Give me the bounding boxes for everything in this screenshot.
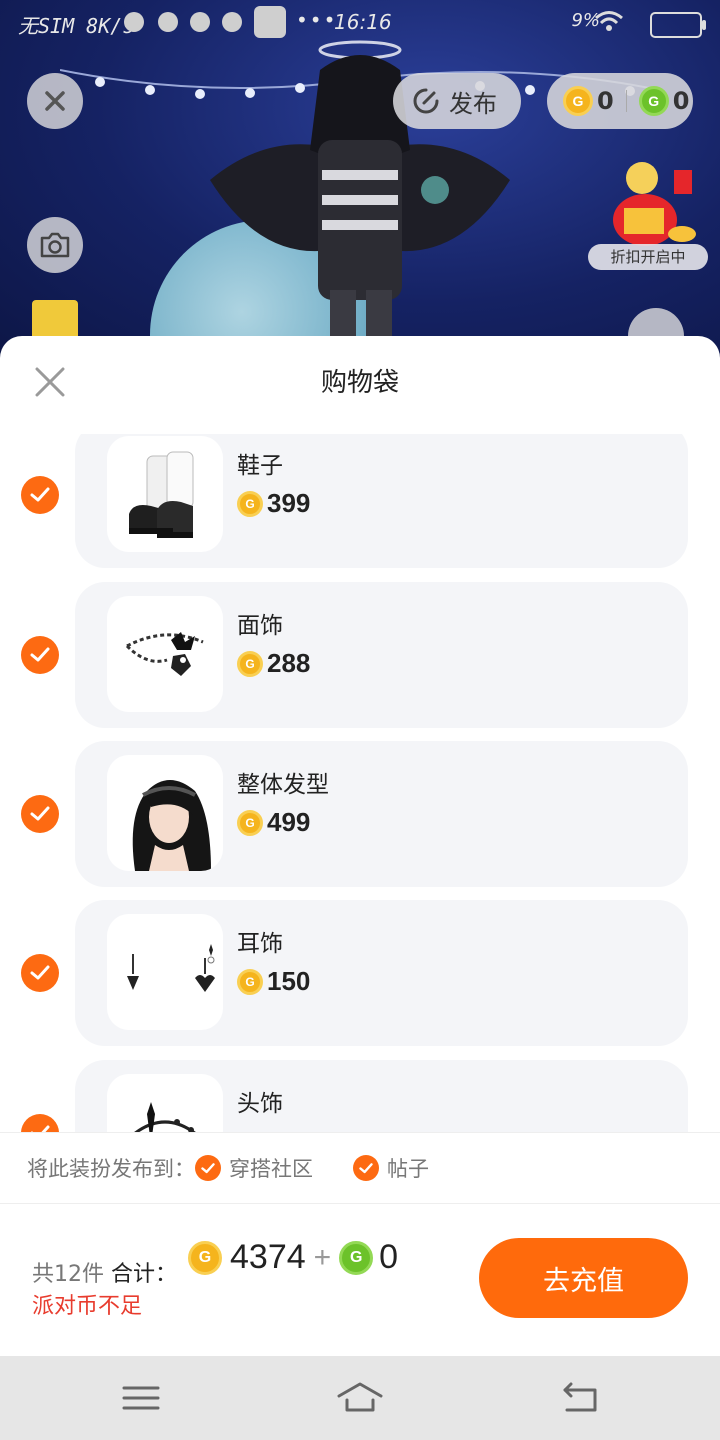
status-bar: 无SIM 8K/s ••• 16:16 9% [0, 0, 720, 44]
play-notification-icon [158, 12, 178, 32]
item-checkbox[interactable] [21, 954, 59, 992]
checkmark-icon [201, 1162, 215, 1173]
shoes-icon [107, 436, 223, 552]
checkmark-icon [30, 965, 50, 980]
item-price: G 288 [237, 648, 310, 679]
app-square-icon [254, 6, 286, 38]
planet-notification-icon [222, 12, 242, 32]
clock: 16:16 [334, 10, 392, 34]
camera-icon [40, 232, 70, 258]
option-label: 帖子 [387, 1157, 429, 1181]
gold-coin-icon: G [237, 968, 263, 995]
checkmark-icon [30, 647, 50, 662]
item-price: G 150 [237, 966, 310, 997]
close-scene-button[interactable] [27, 73, 83, 129]
green-balance: 0 [672, 87, 690, 115]
close-icon [45, 91, 65, 111]
home-icon[interactable] [335, 1378, 385, 1418]
more-notifications-icon: ••• [296, 8, 338, 32]
item-card[interactable]: 头饰 [75, 1060, 688, 1132]
green-coin-icon: G [638, 86, 669, 116]
item-name: 整体发型 [237, 772, 329, 798]
camera-button[interactable] [27, 217, 83, 273]
shopping-bag-sheet: 购物袋 鞋子 G 399 面饰 G 288 整体发型 G 499 耳饰 G 15… [0, 336, 720, 1356]
shield-notification-icon [190, 12, 210, 32]
gold-total: 4374 [230, 1238, 306, 1276]
cart-item[interactable]: 头饰 [0, 1060, 720, 1132]
cart-item-list[interactable]: 鞋子 G 399 面饰 G 288 整体发型 G 499 耳饰 G 150 头饰 [0, 434, 720, 1132]
item-name: 耳饰 [237, 931, 283, 957]
publish-target-row: 将此装扮发布到： 穿搭社区 帖子 [0, 1132, 720, 1204]
item-name: 头饰 [237, 1091, 283, 1117]
gold-coin-icon: G [237, 809, 263, 836]
item-checkbox[interactable] [21, 1114, 59, 1132]
cart-item[interactable]: 鞋子 G 399 [0, 434, 720, 568]
game-scene-background: 折扣开启中 [0, 0, 720, 360]
option-checkbox[interactable] [195, 1155, 221, 1181]
headwear-icon [107, 1074, 223, 1132]
item-checkbox[interactable] [21, 636, 59, 674]
publish-option-community[interactable]: 穿搭社区 [195, 1153, 313, 1183]
checkmark-icon [359, 1162, 373, 1173]
promo-label[interactable]: 折扣开启中 [588, 244, 708, 270]
back-icon[interactable] [555, 1378, 605, 1418]
currency-balance[interactable]: G 0 G 0 [547, 73, 693, 129]
cart-item[interactable]: 整体发型 G 499 [0, 741, 720, 887]
checkmark-icon [30, 1125, 50, 1132]
item-count: 共12件 合计： [32, 1256, 177, 1288]
checkmark-icon [30, 487, 50, 502]
checkmark-icon [30, 806, 50, 821]
gold-coin-icon: G [237, 490, 263, 517]
system-nav-bar [0, 1356, 720, 1440]
publish-button[interactable]: 发布 [393, 73, 521, 129]
total-label: 合计： [111, 1262, 178, 1287]
face-accessory-icon [107, 596, 223, 712]
item-checkbox[interactable] [21, 476, 59, 514]
green-coin-icon: G [339, 1240, 374, 1275]
hairstyle-icon [107, 755, 223, 871]
currency-divider [625, 90, 627, 112]
item-price: G 399 [237, 488, 310, 519]
publish-label: 发布 [449, 89, 497, 118]
publish-icon [413, 88, 439, 114]
item-count-text: 共12件 [32, 1262, 104, 1287]
item-price-value: 499 [267, 807, 311, 837]
item-price: G 499 [237, 807, 310, 838]
carrier-text: 无SIM 8K/s [18, 14, 135, 38]
menu-icon[interactable] [116, 1378, 166, 1418]
publish-prompt: 将此装扮发布到： [27, 1157, 195, 1181]
item-card[interactable]: 整体发型 G 499 [75, 741, 688, 887]
plus-sign: + [313, 1240, 332, 1274]
gold-coin-icon: G [237, 650, 263, 677]
item-price-value: 150 [267, 966, 311, 996]
checkout-footer: 共12件 合计： 派对币不足 G 4374 + G 0 去充值 [0, 1202, 720, 1356]
insufficient-warning: 派对币不足 [32, 1294, 143, 1319]
recharge-button[interactable]: 去充值 [479, 1238, 688, 1318]
option-checkbox[interactable] [353, 1155, 379, 1181]
item-name: 面饰 [237, 613, 283, 639]
green-total: 0 [379, 1238, 399, 1276]
option-label: 穿搭社区 [229, 1157, 313, 1181]
app-notification-icon [124, 12, 144, 32]
battery-percent: 9% [571, 10, 600, 31]
item-price-value: 288 [267, 648, 311, 678]
battery-icon [650, 12, 706, 38]
gold-coin-icon: G [188, 1240, 222, 1275]
publish-option-post[interactable]: 帖子 [353, 1153, 429, 1183]
earring-icon [107, 914, 223, 1030]
item-checkbox[interactable] [21, 795, 59, 833]
total-sum: G 4374 + G 0 [188, 1238, 398, 1277]
cart-item[interactable]: 面饰 G 288 [0, 582, 720, 728]
cart-item[interactable]: 耳饰 G 150 [0, 900, 720, 1046]
item-card[interactable]: 耳饰 G 150 [75, 900, 688, 1046]
item-card[interactable]: 面饰 G 288 [75, 582, 688, 728]
gold-coin-icon: G [563, 86, 593, 116]
item-card[interactable]: 鞋子 G 399 [75, 434, 688, 568]
gold-balance: 0 [597, 87, 614, 115]
sheet-title: 购物袋 [320, 368, 399, 398]
item-name: 鞋子 [237, 453, 283, 479]
item-price-value: 399 [267, 488, 311, 518]
